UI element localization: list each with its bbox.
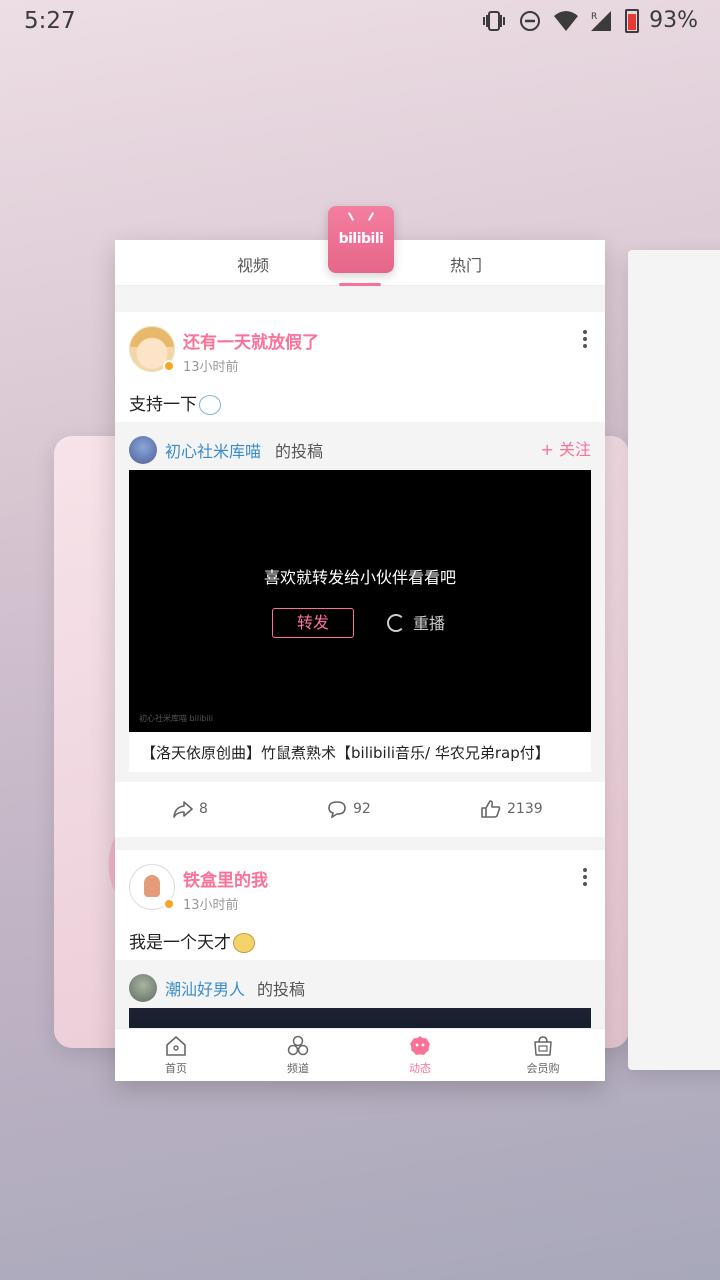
vip-badge-icon bbox=[163, 360, 175, 372]
status-time: 5:27 bbox=[24, 8, 76, 34]
nav-shop[interactable]: 会员购 bbox=[503, 1035, 583, 1076]
recent-app-card-next[interactable] bbox=[628, 250, 720, 1070]
repost-author[interactable]: 初心社米库喵 bbox=[165, 438, 261, 462]
replay-label: 重播 bbox=[413, 614, 446, 633]
nav-home-label: 首页 bbox=[165, 1062, 187, 1075]
vip-badge-icon bbox=[163, 898, 175, 910]
post-text-content: 支持一下 bbox=[129, 395, 197, 415]
status-icons: R 93% bbox=[481, 8, 698, 33]
post-actions: 8 92 2139 bbox=[115, 782, 605, 837]
video-watermark: 初心社米库喵 bilibili bbox=[139, 714, 214, 723]
comment-icon bbox=[328, 801, 346, 818]
nav-channel-label: 频道 bbox=[287, 1062, 309, 1075]
nav-dynamic[interactable]: 动态 bbox=[380, 1035, 460, 1076]
nav-channel[interactable]: 频道 bbox=[258, 1035, 338, 1076]
share-icon bbox=[173, 801, 193, 818]
tab-video[interactable]: 视频 bbox=[237, 252, 269, 276]
logo-ear-left bbox=[347, 212, 355, 221]
video-title-bar[interactable]: 【洛天依原创曲】竹鼠煮熟术【bilibili音乐/ 华农兄弟rap付】 bbox=[129, 732, 591, 772]
battery-icon bbox=[625, 8, 640, 33]
logo-ear-right bbox=[367, 212, 375, 221]
dynamic-icon bbox=[410, 1036, 430, 1055]
shop-icon bbox=[534, 1036, 552, 1056]
repost-avatar[interactable] bbox=[129, 436, 157, 464]
like-count: 2139 bbox=[507, 801, 543, 817]
feed-post[interactable]: 还有一天就放假了 13小时前 支持一下 初心社米库喵 的投稿 + 关注 喜欢就转… bbox=[115, 312, 605, 837]
channel-icon bbox=[287, 1035, 309, 1056]
repost-card[interactable]: 初心社米库喵 的投稿 + 关注 喜欢就转发给小伙伴看看吧 转发 重播 初心社米库… bbox=[115, 422, 605, 782]
more-options-icon[interactable] bbox=[583, 868, 587, 886]
svg-text:R: R bbox=[591, 12, 597, 22]
comment-action[interactable]: 92 bbox=[327, 800, 371, 818]
video-player[interactable]: 喜欢就转发给小伙伴看看吧 转发 重播 初心社米库喵 bilibili bbox=[129, 470, 591, 732]
repost-suffix: 的投稿 bbox=[257, 980, 306, 999]
share-count: 8 bbox=[199, 801, 208, 817]
tab-indicator bbox=[339, 283, 381, 286]
post-author[interactable]: 铁盒里的我 bbox=[183, 866, 268, 891]
wifi-icon bbox=[554, 10, 579, 31]
dnd-icon bbox=[520, 10, 541, 31]
bilibili-app-preview[interactable]: 视频 热门 还有一天就放假了 13小时前 支持一下 初心社米库喵 的投稿 + 关… bbox=[115, 240, 605, 1081]
share-button[interactable]: 转发 bbox=[272, 608, 354, 638]
like-action[interactable]: 2139 bbox=[481, 800, 543, 818]
home-icon bbox=[166, 1036, 186, 1056]
battery-level: 93% bbox=[649, 8, 698, 33]
bilibili-app-icon[interactable]: bilibili bbox=[328, 206, 394, 273]
post-time: 13小时前 bbox=[183, 360, 239, 375]
post-author[interactable]: 还有一天就放假了 bbox=[183, 328, 319, 353]
repost-author[interactable]: 潮汕好男人 bbox=[165, 976, 245, 1000]
tab-hot[interactable]: 热门 bbox=[450, 252, 482, 276]
thumbs-up-icon bbox=[481, 800, 501, 818]
video-end-prompt: 喜欢就转发给小伙伴看看吧 bbox=[263, 568, 456, 587]
nav-shop-label: 会员购 bbox=[526, 1062, 560, 1075]
repost-suffix: 的投稿 bbox=[275, 442, 324, 461]
nav-dynamic-label: 动态 bbox=[409, 1062, 431, 1075]
replay-button[interactable]: 重播 bbox=[387, 610, 445, 634]
logo-text: bilibili bbox=[338, 231, 384, 247]
signal-icon: R bbox=[591, 10, 612, 31]
status-bar: 5:27 R 93% bbox=[0, 0, 720, 44]
comment-count: 92 bbox=[353, 801, 371, 817]
bottom-nav: 首页 频道 动态 会员购 bbox=[115, 1028, 605, 1081]
repost-avatar[interactable] bbox=[129, 974, 157, 1002]
more-options-icon[interactable] bbox=[583, 330, 587, 348]
follow-button[interactable]: + 关注 bbox=[541, 436, 592, 460]
emoji-icon bbox=[199, 395, 221, 415]
share-action[interactable]: 8 bbox=[173, 800, 208, 818]
post-time: 13小时前 bbox=[183, 898, 239, 913]
post-text: 我是一个天才 bbox=[129, 928, 255, 953]
post-text-content: 我是一个天才 bbox=[129, 933, 231, 953]
video-title: 【洛天依原创曲】竹鼠煮熟术【bilibili音乐/ 华农兄弟rap付】 bbox=[141, 744, 550, 762]
nav-home[interactable]: 首页 bbox=[136, 1035, 216, 1076]
emoji-icon bbox=[233, 933, 255, 953]
vibrate-icon bbox=[483, 10, 506, 31]
replay-icon bbox=[387, 614, 405, 632]
post-text: 支持一下 bbox=[129, 390, 221, 415]
